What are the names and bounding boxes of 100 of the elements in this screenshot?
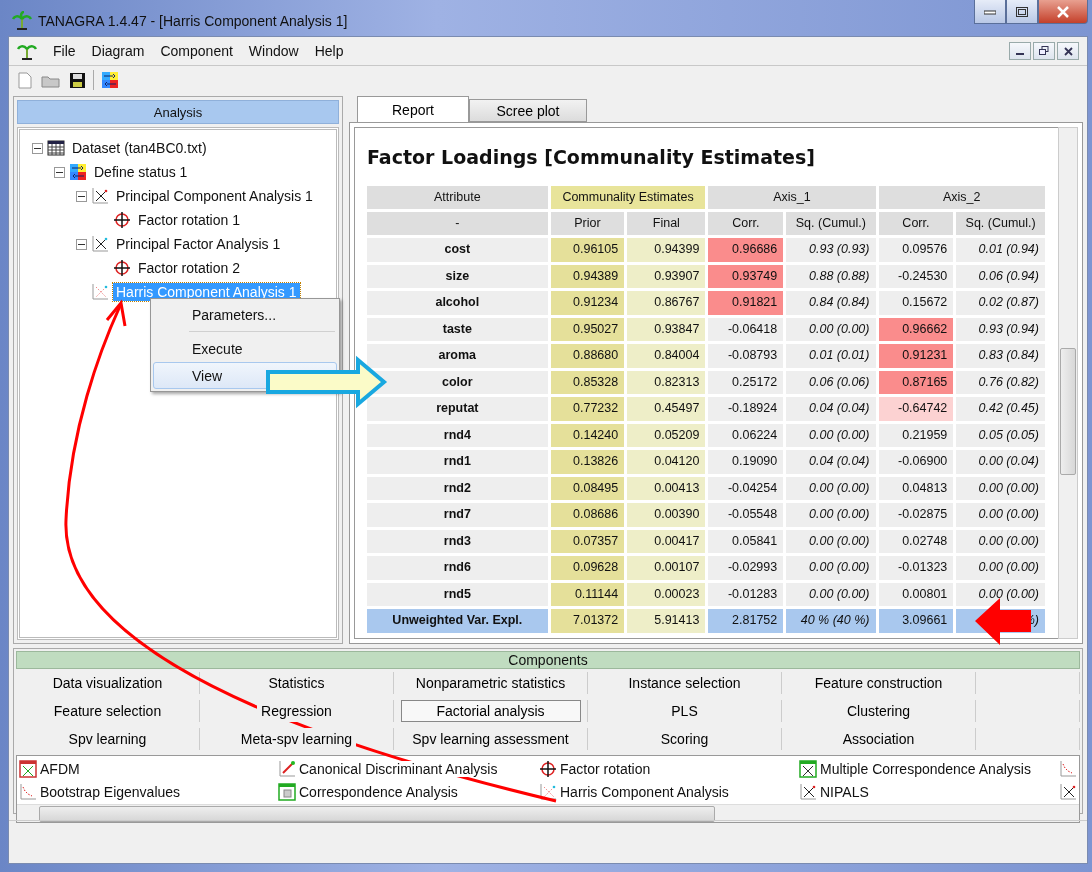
arrows-icon <box>69 163 87 181</box>
table-cell: 0.00 (0.04) <box>956 450 1045 474</box>
column-header: Prior <box>550 212 625 235</box>
panel-header: Analysis <box>17 100 339 124</box>
grid-icon <box>19 759 37 778</box>
row-header: rnd5 <box>367 582 548 606</box>
menu-item[interactable]: Execute <box>153 335 337 362</box>
table-cell: 0.42 (0.45) <box>956 397 1045 421</box>
table-cell: 0.04 (0.04) <box>786 397 876 421</box>
scatter-icon <box>91 283 109 301</box>
tool-list-item[interactable]: Correspondence Analysis <box>299 783 458 800</box>
close-icon <box>1063 46 1073 56</box>
table-cell: 0.94399 <box>627 238 706 262</box>
minimize-button[interactable] <box>1009 42 1031 60</box>
table-cell: 0.00 (0.00) <box>956 556 1045 580</box>
table-cell: 0.11144 <box>550 582 625 606</box>
category-tab[interactable]: Factorial analysis <box>400 700 581 722</box>
menu-item[interactable]: Parameters... <box>153 301 337 328</box>
arrows-icon[interactable] <box>100 70 120 90</box>
table-cell: 0.96662 <box>878 317 954 341</box>
table-cell: 0.05209 <box>627 423 706 447</box>
row-header: reputat <box>367 397 548 421</box>
table-cell: 0.07357 <box>550 529 625 553</box>
tree-item[interactable]: Principal Factor Analysis 1 <box>113 235 284 253</box>
table-cell: -0.01323 <box>878 556 954 580</box>
table-cell: 0.93749 <box>708 264 784 288</box>
row-header: cost <box>367 238 548 262</box>
close-button[interactable] <box>1057 42 1079 60</box>
row-header: rnd2 <box>367 476 548 500</box>
expander-toggle[interactable] <box>76 190 87 202</box>
expander-toggle[interactable] <box>32 142 43 154</box>
table-cell: 0.84004 <box>627 344 706 368</box>
menu-item[interactable]: File <box>53 43 76 59</box>
grid-icon <box>799 759 817 778</box>
table-cell: -0.24530 <box>878 264 954 288</box>
expander-toggle[interactable] <box>54 166 65 178</box>
crosshair-icon <box>113 211 131 229</box>
table-cell: 0.91821 <box>708 291 784 315</box>
tree-item[interactable]: Factor rotation 1 <box>135 211 243 229</box>
table-cell: 0.00801 <box>878 582 954 606</box>
table-cell: 0.00 (0.00) <box>786 476 876 500</box>
tab[interactable]: Scree plot <box>469 99 587 122</box>
table-cell: 0.05841 <box>708 529 784 553</box>
table-cell: 0.00 (0.00) <box>786 556 876 580</box>
table-cell: 0.01 (0.01) <box>786 344 876 368</box>
vertical-scrollbar[interactable] <box>1058 127 1078 639</box>
column-header: Attribute <box>367 186 548 209</box>
table-cell: -0.02875 <box>878 503 954 527</box>
tool-list-item[interactable]: Bootstrap Eigenvalues <box>40 783 181 800</box>
table-cell: 0.04120 <box>627 450 706 474</box>
expander-toggle[interactable] <box>76 238 87 250</box>
column-header: Axis_2 <box>878 186 1045 209</box>
tool-list-item[interactable]: Factor rotation <box>560 760 651 777</box>
column-header: Sq. (Cumul.) <box>956 212 1045 235</box>
menu-item[interactable]: Window <box>248 43 299 59</box>
table-cell: -0.64742 <box>878 397 954 421</box>
window-icon <box>278 782 296 801</box>
table-cell: 2.81752 <box>708 609 784 633</box>
tool-list-item[interactable]: Canonical Discriminant Analysis <box>299 760 498 777</box>
scatter-icon <box>799 782 817 801</box>
tree-item[interactable]: Principal Component Analysis 1 <box>113 187 316 205</box>
column-header: Corr. <box>708 212 784 235</box>
menu-item[interactable]: Component <box>160 43 233 59</box>
table-cell: 0.93847 <box>627 317 706 341</box>
column-header: Sq. (Cumul.) <box>786 212 876 235</box>
restore-button[interactable] <box>1033 42 1055 60</box>
tab[interactable]: Report <box>357 96 469 122</box>
tool-list-item[interactable]: Harris Component Analysis <box>560 783 729 800</box>
report-title: Factor Loadings [Communality Estimates] <box>367 146 816 168</box>
close-button[interactable] <box>1038 0 1088 24</box>
row-header: alcohol <box>367 291 548 315</box>
menu-item[interactable]: Help <box>314 43 344 59</box>
table-cell: 0.45497 <box>627 397 706 421</box>
save-icon[interactable] <box>67 70 87 90</box>
table-cell: 0.95027 <box>550 317 625 341</box>
table-cell: 0.19090 <box>708 450 784 474</box>
row-header: aroma <box>367 344 548 368</box>
menu-item[interactable]: Diagram <box>91 43 145 59</box>
row-header: size <box>367 264 548 288</box>
palm-tree-icon <box>12 11 32 31</box>
table-cell: 0.76 (0.82) <box>956 370 1045 394</box>
table-cell: 0.00 (0.00) <box>786 503 876 527</box>
table-cell: -0.06900 <box>878 450 954 474</box>
table-cell: 0.06 (0.94) <box>956 264 1045 288</box>
table-cell: 0.91234 <box>550 291 625 315</box>
table-cell: 0.84 (0.84) <box>786 291 876 315</box>
chart-icon <box>19 782 37 801</box>
table-cell: -0.04254 <box>708 476 784 500</box>
table-cell: 0.21959 <box>878 423 954 447</box>
column-header: - <box>367 212 548 235</box>
tree-item[interactable]: Dataset (tan4BC0.txt) <box>69 139 210 157</box>
table-cell: 0.02 (0.87) <box>956 291 1045 315</box>
tool-list-item[interactable]: Multiple Correspondence Analysis <box>820 760 1031 777</box>
panel-header: Components <box>16 651 1080 669</box>
maximize-button[interactable] <box>1006 0 1038 24</box>
table-cell: 0.00 (0.00) <box>956 503 1045 527</box>
tree-item[interactable]: Define status 1 <box>91 163 191 181</box>
table-cell: 0.77232 <box>550 397 625 421</box>
table-cell: 0.96686 <box>708 238 784 262</box>
tree-item[interactable]: Factor rotation 2 <box>135 259 243 277</box>
